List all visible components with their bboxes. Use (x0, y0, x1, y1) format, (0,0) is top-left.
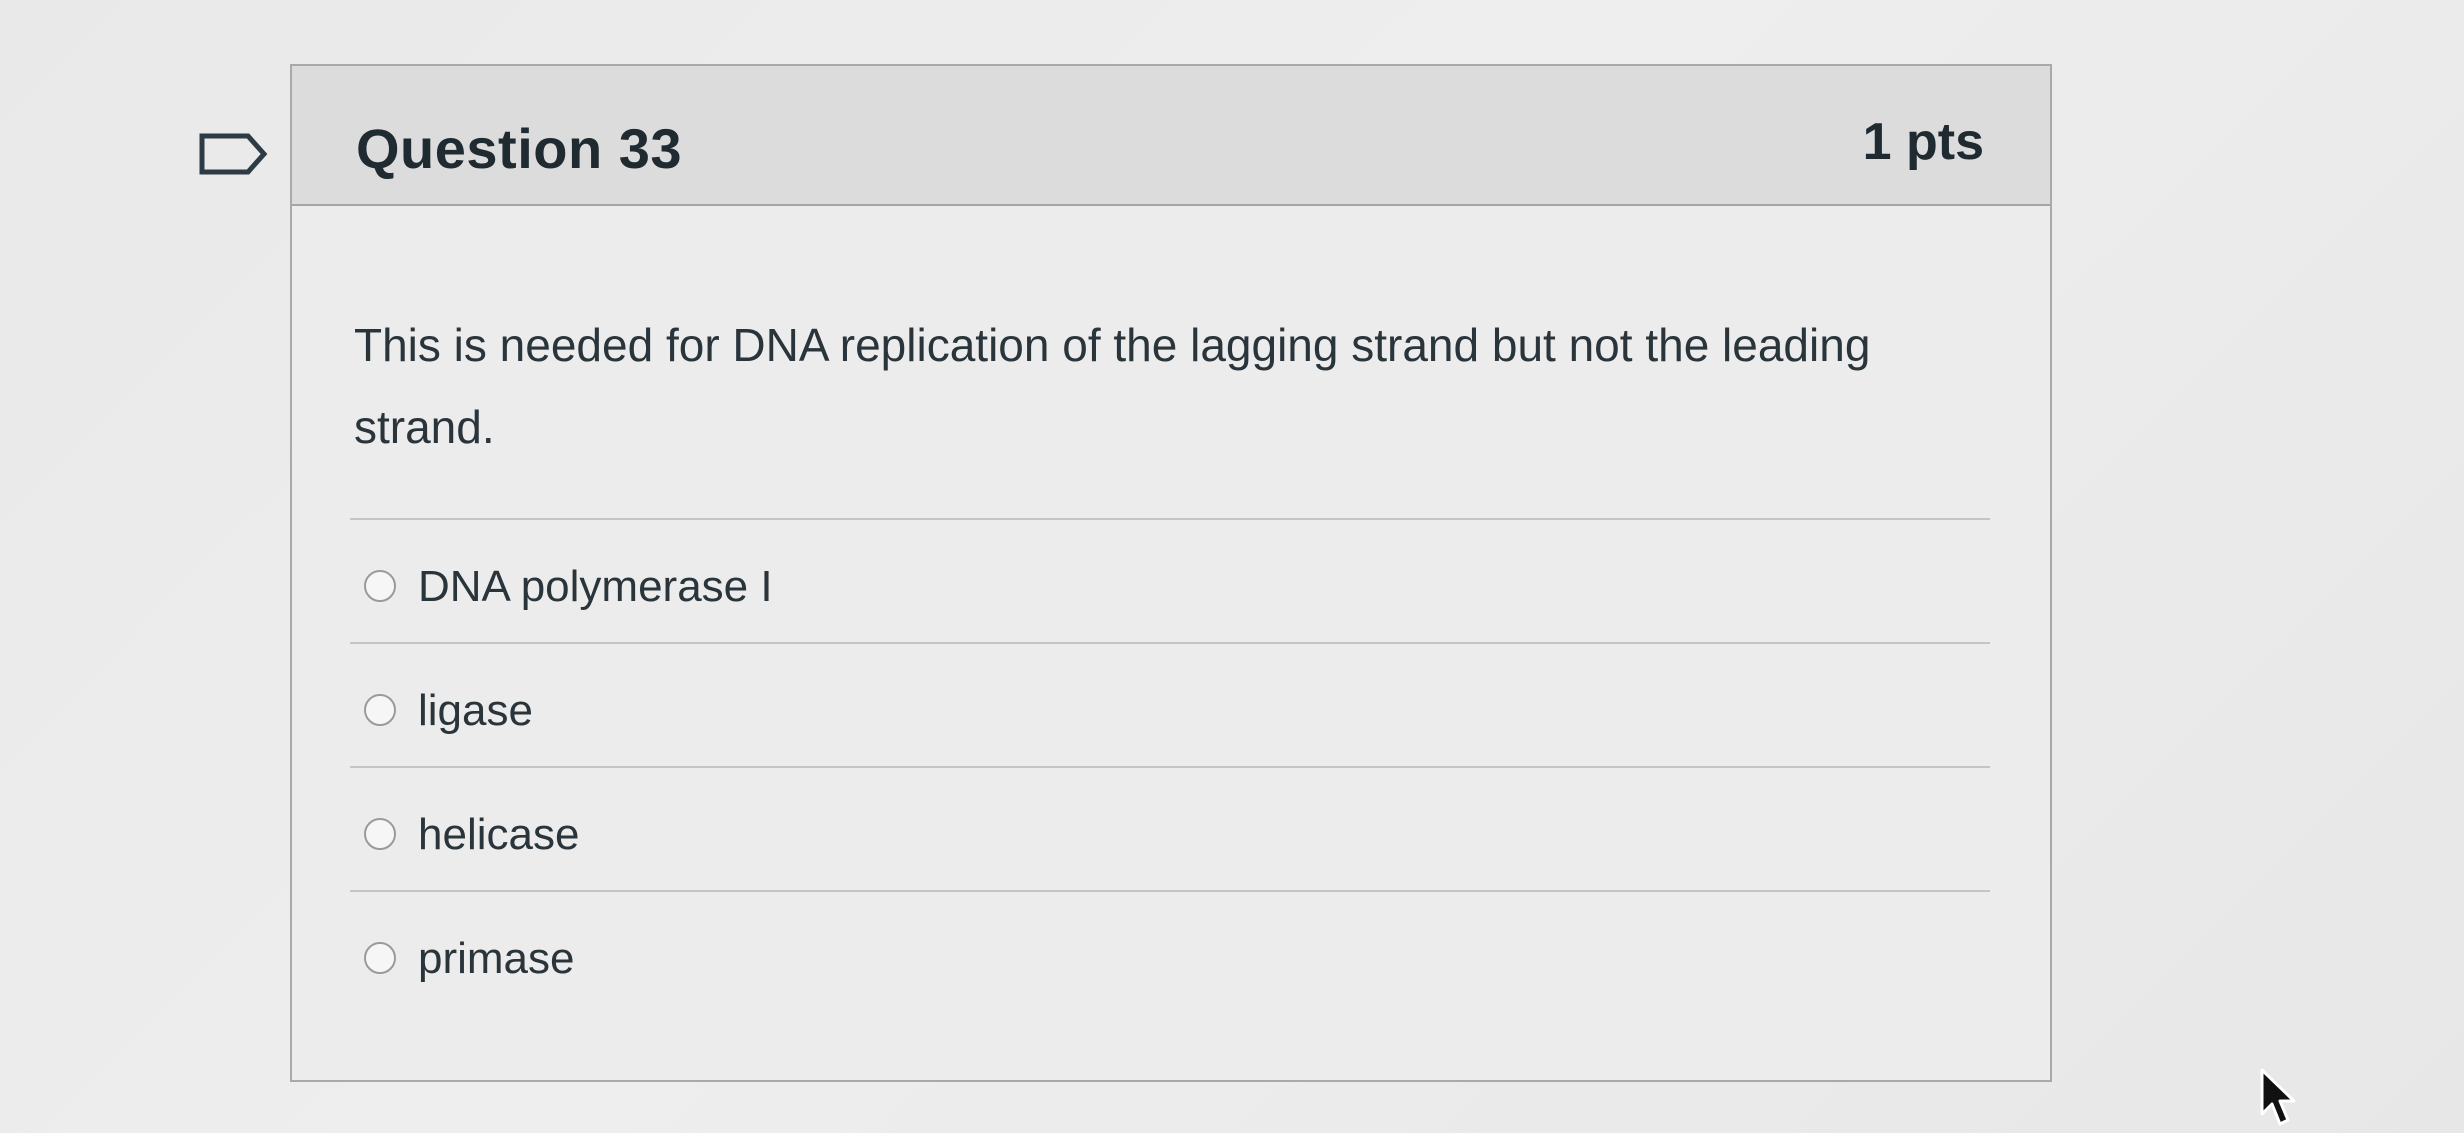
answer-label: ligase (418, 686, 533, 735)
answer-option[interactable]: primase (350, 890, 1990, 1014)
answer-label: helicase (418, 810, 580, 859)
answer-option[interactable]: helicase (350, 766, 1990, 890)
radio-button[interactable] (364, 570, 396, 602)
answer-option[interactable]: DNA polymerase I (350, 518, 1990, 642)
radio-button[interactable] (364, 818, 396, 850)
question-title: Question 33 (356, 117, 683, 180)
answer-label: DNA polymerase I (418, 562, 773, 611)
answer-list: DNA polymerase I ligase helicase primase (350, 518, 1990, 1014)
mouse-pointer-icon (2258, 1068, 2304, 1128)
question-card: Question 33 1 pts This is needed for DNA… (290, 64, 2052, 1082)
radio-button[interactable] (364, 942, 396, 974)
flag-question-icon[interactable] (198, 132, 270, 176)
question-header: Question 33 1 pts (292, 66, 2050, 206)
radio-button[interactable] (364, 694, 396, 726)
question-text: This is needed for DNA replication of th… (354, 319, 1871, 453)
answer-option[interactable]: ligase (350, 642, 1990, 766)
question-points: 1 pts (1862, 113, 1984, 171)
answer-label: primase (418, 934, 575, 983)
